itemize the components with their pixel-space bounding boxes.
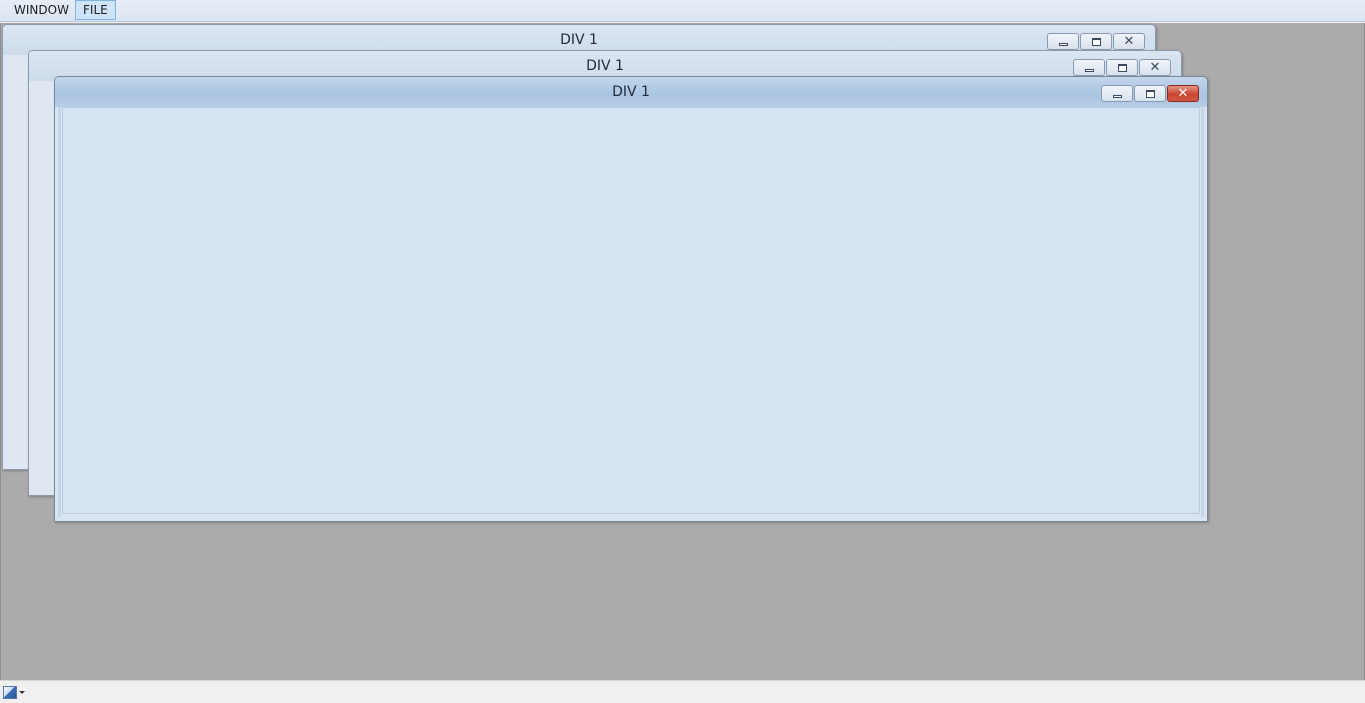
minimize-icon xyxy=(1113,95,1122,98)
maximize-icon xyxy=(1118,64,1127,72)
close-icon: ✕ xyxy=(1123,34,1135,49)
maximize-button[interactable] xyxy=(1080,33,1112,50)
minimize-button[interactable] xyxy=(1047,33,1079,50)
maximize-icon xyxy=(1146,90,1155,98)
close-button[interactable]: ✕ xyxy=(1167,85,1199,102)
minimize-button[interactable] xyxy=(1101,85,1133,102)
menu-item-file[interactable]: FILE xyxy=(75,0,116,20)
minimize-icon xyxy=(1085,69,1094,72)
close-button[interactable]: ✕ xyxy=(1139,59,1171,76)
window-frame-right xyxy=(1201,107,1204,517)
close-button[interactable]: ✕ xyxy=(1113,33,1145,50)
minimize-button[interactable] xyxy=(1073,59,1105,76)
menu-bar: WINDOW FILE xyxy=(0,0,1365,22)
mdi-window-front[interactable]: DIV 1 ✕ xyxy=(54,76,1208,522)
minimize-icon xyxy=(1059,43,1068,46)
close-icon: ✕ xyxy=(1177,86,1189,101)
window-title: DIV 1 xyxy=(586,58,624,74)
window-client-area xyxy=(62,107,1200,514)
status-bar xyxy=(0,680,1365,703)
window-title: DIV 1 xyxy=(612,84,650,100)
menu-item-window[interactable]: WINDOW xyxy=(7,0,76,20)
window-titlebar[interactable]: DIV 1 ✕ xyxy=(55,77,1207,107)
dropdown-caret-icon[interactable] xyxy=(19,691,25,694)
close-icon: ✕ xyxy=(1149,60,1161,75)
maximize-icon xyxy=(1092,38,1101,46)
mdi-desktop: DIV 1 ✕ DIV 1 ✕ DIV 1 ✕ xyxy=(0,23,1365,680)
window-title: DIV 1 xyxy=(560,32,598,48)
maximize-button[interactable] xyxy=(1134,85,1166,102)
window-frame-left xyxy=(58,107,61,517)
image-icon[interactable] xyxy=(3,686,17,699)
maximize-button[interactable] xyxy=(1106,59,1138,76)
